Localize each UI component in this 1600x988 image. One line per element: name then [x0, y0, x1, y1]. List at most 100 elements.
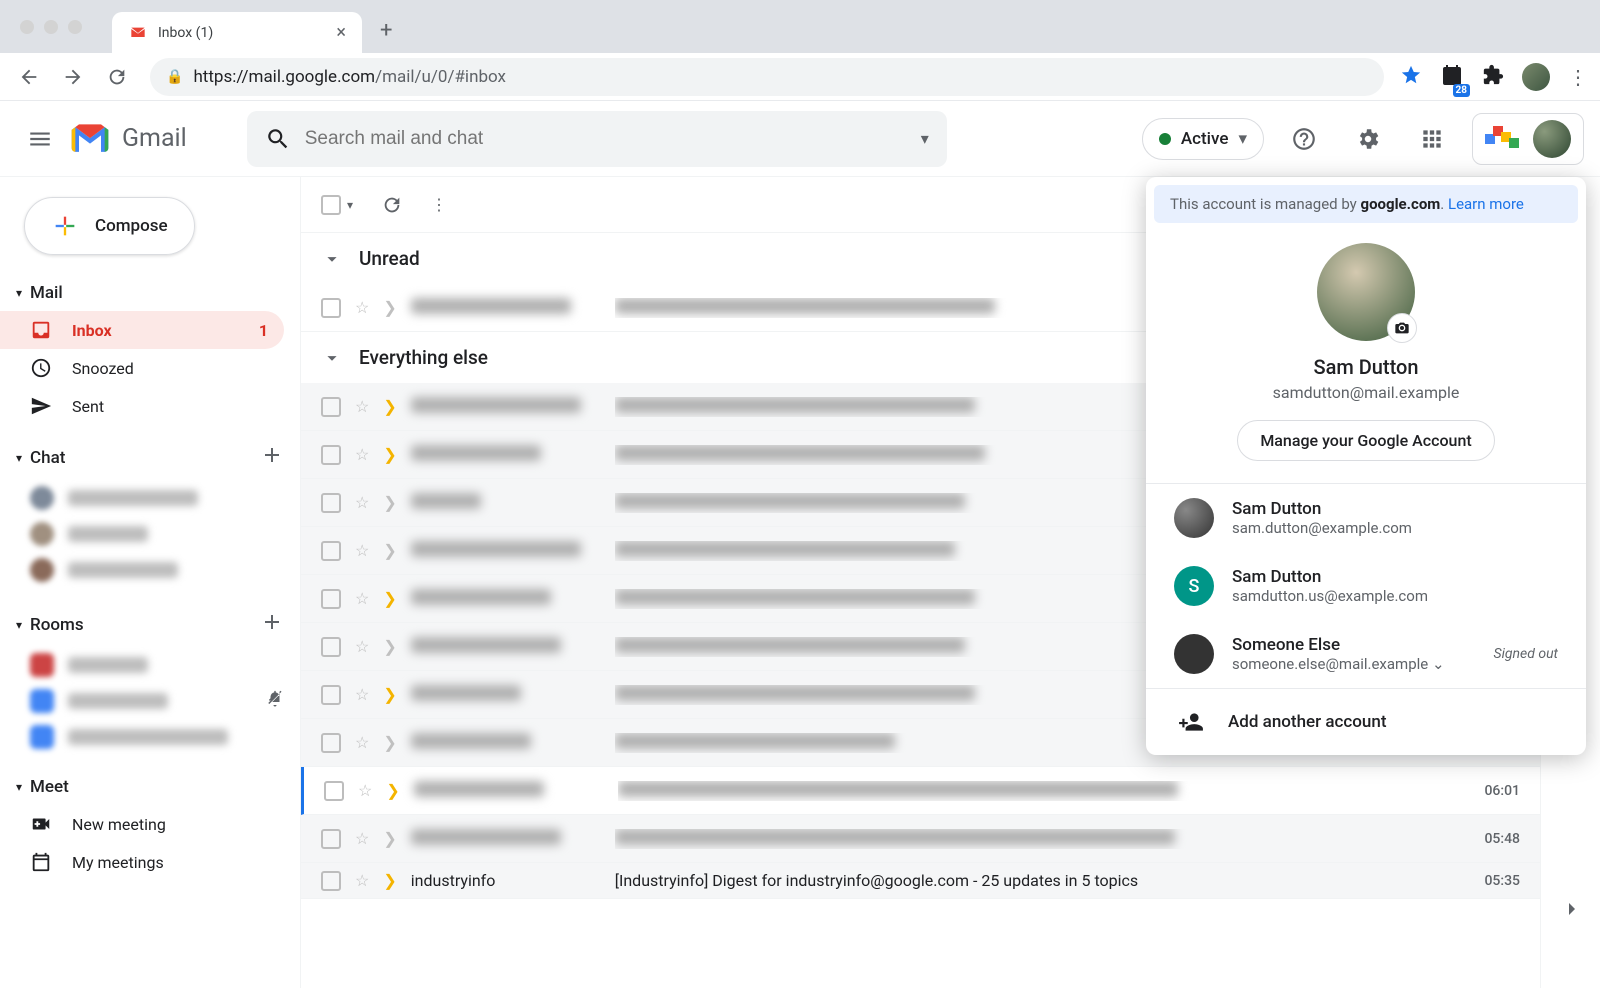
active-dot-icon [1159, 133, 1171, 145]
side-panel-toggle-icon[interactable] [1559, 897, 1583, 925]
sidebar-item-my-meetings[interactable]: My meetings [0, 843, 284, 881]
apps-launcher-button[interactable] [1408, 115, 1456, 163]
account-avatar [1533, 120, 1571, 158]
room-item[interactable] [0, 683, 300, 719]
org-logo-icon [1485, 124, 1521, 154]
sidebar-item-inbox[interactable]: Inbox 1 [0, 311, 284, 349]
back-button[interactable] [12, 60, 46, 94]
extension-calendar-icon[interactable]: 28 [1440, 63, 1464, 91]
forward-button[interactable] [56, 60, 90, 94]
inbox-icon [30, 319, 52, 341]
sidebar-item-snoozed[interactable]: Snoozed [0, 349, 284, 387]
sidebar-item-label: My meetings [72, 853, 164, 872]
inbox-count: 1 [259, 321, 268, 340]
chat-contact[interactable] [0, 480, 300, 516]
main-menu-button[interactable] [16, 115, 64, 163]
gmail-logo-icon [68, 122, 112, 156]
account-popup: This account is managed by google.com. L… [1146, 177, 1586, 755]
importance-icon[interactable]: ❯ [383, 298, 396, 317]
url-text: https://mail.google.com/mail/u/0/#inbox [193, 67, 506, 87]
mute-icon [266, 690, 284, 712]
email-checkbox[interactable] [321, 298, 341, 318]
close-tab-icon[interactable]: × [336, 22, 346, 43]
extensions-icon[interactable] [1482, 64, 1504, 90]
meet-section-header[interactable]: ▾Meet [0, 769, 300, 805]
send-icon [30, 395, 52, 417]
room-item[interactable] [0, 647, 300, 683]
account-option[interactable]: S Sam Duttonsamdutton.us@example.com [1146, 552, 1586, 620]
settings-button[interactable] [1344, 115, 1392, 163]
status-caret-icon: ▾ [1238, 129, 1247, 149]
search-icon [265, 126, 291, 152]
tab-title: Inbox (1) [158, 25, 213, 41]
search-options-icon[interactable]: ▾ [921, 129, 929, 148]
chat-section-header[interactable]: ▾Chat [0, 435, 300, 480]
signed-out-label: Signed out [1494, 646, 1558, 662]
status-pill[interactable]: Active ▾ [1142, 118, 1264, 160]
bookmark-star-icon[interactable] [1400, 64, 1422, 90]
select-all-checkbox[interactable]: ▾ [321, 195, 353, 215]
gmail-logo[interactable]: Gmail [68, 122, 187, 156]
window-controls[interactable] [20, 20, 82, 34]
search-box[interactable]: ▾ [247, 111, 947, 167]
chrome-menu-icon[interactable]: ⋮ [1568, 65, 1588, 89]
email-time: 05:35 [1464, 873, 1520, 889]
gmail-logo-text: Gmail [122, 124, 187, 153]
search-input[interactable] [291, 128, 929, 150]
email-row[interactable]: ☆❯05:48 [301, 815, 1540, 863]
sidebar-item-new-meeting[interactable]: New meeting [0, 805, 284, 843]
sidebar-item-label: Snoozed [72, 359, 134, 378]
sidebar: Compose ▾Mail Inbox 1 Snoozed Sent ▾Chat… [0, 177, 300, 988]
reload-button[interactable] [100, 60, 134, 94]
email-time: 06:01 [1464, 783, 1520, 799]
chat-contact[interactable] [0, 516, 300, 552]
add-account-button[interactable]: Add another account [1146, 688, 1586, 755]
address-bar[interactable]: 🔒 https://mail.google.com/mail/u/0/#inbo… [150, 58, 1384, 96]
compose-button[interactable]: Compose [24, 197, 195, 255]
sidebar-item-label: Inbox [72, 321, 112, 340]
add-chat-icon[interactable] [260, 443, 284, 472]
add-room-icon[interactable] [260, 610, 284, 639]
add-person-icon [1178, 709, 1204, 735]
chevron-down-icon [321, 347, 343, 369]
account-list: Sam Duttonsam.dutton@example.com S Sam D… [1146, 483, 1586, 688]
account-option[interactable]: Someone Elsesomeone.else@mail.example ⌄ … [1146, 620, 1586, 688]
new-meeting-icon [30, 813, 52, 835]
email-row[interactable]: ☆❯industryinfo[Industryinfo] Digest for … [301, 863, 1540, 899]
sidebar-item-sent[interactable]: Sent [0, 387, 284, 425]
room-item[interactable] [0, 719, 300, 755]
lock-icon: 🔒 [166, 69, 183, 85]
managed-banner: This account is managed by google.com. L… [1154, 185, 1578, 223]
rooms-section-header[interactable]: ▾Rooms [0, 602, 300, 647]
sidebar-item-label: Sent [72, 397, 104, 416]
profile-name: Sam Dutton [1146, 355, 1586, 379]
email-row[interactable]: ☆❯06:01 [301, 767, 1540, 815]
browser-tab-strip: Inbox (1) × + [0, 0, 1600, 53]
support-button[interactable] [1280, 115, 1328, 163]
mail-section-header[interactable]: ▾Mail [0, 275, 300, 311]
chevron-down-icon: ⌄ [1432, 655, 1445, 673]
manage-account-button[interactable]: Manage your Google Account [1237, 420, 1494, 461]
account-avatar [1174, 498, 1214, 538]
account-option[interactable]: Sam Duttonsam.dutton@example.com [1146, 484, 1586, 552]
gmail-header: Gmail ▾ Active ▾ [0, 101, 1600, 177]
email-time: 05:48 [1464, 831, 1520, 847]
compose-plus-icon [51, 212, 79, 240]
refresh-button[interactable] [381, 194, 403, 216]
browser-tab[interactable]: Inbox (1) × [112, 12, 362, 53]
chat-contact[interactable] [0, 552, 300, 588]
account-switcher[interactable] [1472, 113, 1584, 165]
change-photo-button[interactable] [1387, 313, 1417, 343]
browser-toolbar: 🔒 https://mail.google.com/mail/u/0/#inbo… [0, 53, 1600, 101]
profile-email: samdutton@mail.example [1146, 383, 1586, 402]
popup-profile: Sam Dutton samdutton@mail.example Manage… [1146, 231, 1586, 483]
more-button[interactable]: ⋮ [431, 195, 447, 214]
compose-label: Compose [95, 216, 168, 236]
gmail-favicon-icon [128, 25, 148, 41]
new-tab-button[interactable]: + [380, 18, 392, 43]
extension-badge-count: 28 [1453, 84, 1470, 97]
chrome-profile-avatar[interactable] [1522, 63, 1550, 91]
learn-more-link[interactable]: Learn more [1448, 195, 1524, 213]
account-avatar [1174, 634, 1214, 674]
star-icon[interactable]: ☆ [355, 298, 369, 317]
